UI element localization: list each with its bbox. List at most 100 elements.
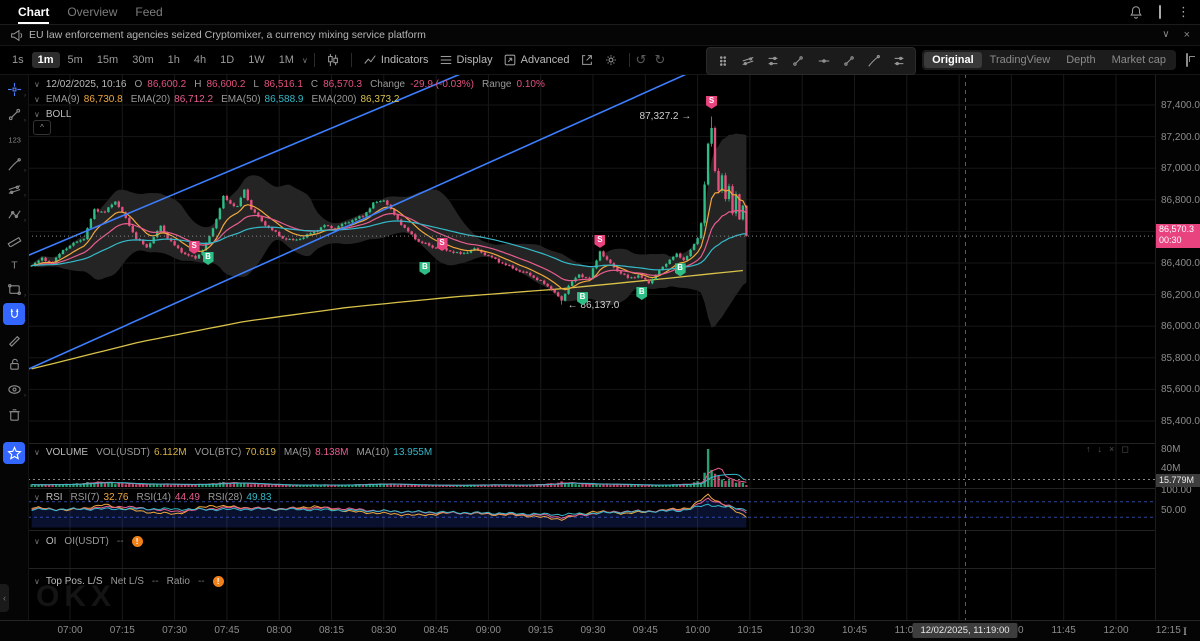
gear-icon (604, 53, 618, 67)
time-tick: 10:15 (737, 625, 762, 636)
view-original[interactable]: Original (924, 52, 982, 68)
timeframe-1M[interactable]: 1M (273, 52, 300, 68)
boll-label: BOLL (46, 109, 72, 120)
collapse-volume-pane-icon[interactable]: ∨ (34, 448, 40, 457)
range-value: 0.10% (516, 79, 544, 90)
tool-brush[interactable]: › (3, 153, 25, 175)
share-chart-button[interactable] (575, 51, 599, 69)
price-axis[interactable]: 87,400.087,200.087,000.086,800.086,600.0… (1155, 74, 1200, 620)
pane-close-icon[interactable]: × (1109, 444, 1114, 455)
multi-line-tool-icon[interactable] (762, 51, 785, 71)
tab-overview[interactable]: Overview (67, 0, 117, 24)
tab-chart[interactable]: Chart (18, 0, 49, 24)
line-style-icon[interactable] (888, 51, 911, 71)
display-button[interactable]: Display (434, 51, 498, 69)
time-tick: 08:15 (319, 625, 344, 636)
ray-tool-icon[interactable] (837, 51, 860, 71)
drag-handle-icon[interactable] (711, 51, 734, 71)
legend-value: 6.112M (154, 447, 187, 458)
pane-move-down-icon[interactable]: ↓ (1098, 444, 1103, 455)
tool-ruler[interactable] (3, 228, 25, 250)
chart-style-button[interactable] (321, 51, 345, 69)
timeframe-1D[interactable]: 1D (214, 52, 240, 68)
time-tick: 11:45 (1052, 625, 1076, 636)
tool-delete[interactable] (3, 403, 25, 425)
advanced-button[interactable]: Advanced (498, 51, 575, 69)
tool-lock[interactable] (3, 353, 25, 375)
view-depth[interactable]: Depth (1058, 52, 1103, 68)
collapse-rsi-pane-icon[interactable]: ∨ (34, 493, 40, 502)
toppos-warning-icon[interactable]: ! (213, 576, 224, 587)
time-tick: 10:30 (790, 625, 815, 636)
price-tick: 85,600.0 (1161, 384, 1200, 395)
price-tick: 86,200.0 (1161, 290, 1200, 301)
timeframe-1W[interactable]: 1W (242, 52, 271, 68)
tool-magnet[interactable]: › (3, 303, 25, 325)
timeframe-1h[interactable]: 1h (162, 52, 186, 68)
trend-segment-icon[interactable] (787, 51, 810, 71)
rsi-legend: ∨ RSI RSI(7)32.76RSI(14)44.49RSI(28)49.8… (34, 492, 271, 503)
pane-move-up-icon[interactable]: ↑ (1086, 444, 1091, 455)
indicators-button[interactable]: Indicators (358, 51, 434, 69)
legend-value: 32.76 (103, 492, 128, 503)
ema-legend: ∨ EMA(9)86,730.8EMA(20)86,712.2EMA(50)86… (34, 94, 399, 105)
volume-tick: 40M (1161, 463, 1180, 474)
tool-numbers[interactable]: 123 (3, 128, 25, 150)
bell-icon[interactable] (1129, 5, 1143, 19)
sidebar-collapse-handle[interactable]: ‹ (0, 584, 9, 612)
netls-label: Net L/S (111, 576, 144, 587)
time-tick: 07:45 (214, 625, 239, 636)
horizontal-line-icon[interactable] (812, 51, 835, 71)
tool-draw[interactable] (3, 328, 25, 350)
tool-text[interactable]: T (3, 253, 25, 275)
volume-tick: 80M (1161, 444, 1180, 455)
tool-trend-line[interactable]: › (3, 103, 25, 125)
tool-favorites[interactable] (3, 442, 25, 464)
tool-patterns[interactable]: › (3, 203, 25, 225)
more-menu-icon[interactable]: ⋮ (1177, 4, 1190, 20)
view-tradingview[interactable]: TradingView (982, 52, 1059, 68)
timeframe-1s[interactable]: 1s (6, 52, 30, 68)
legend-datetime: 12/02/2025, 10:16 (46, 79, 127, 90)
collapse-indicators-button[interactable]: ^ (33, 120, 51, 135)
svg-text:123: 123 (8, 135, 21, 144)
brush-tool-icon[interactable] (863, 51, 886, 71)
timeframe-1m[interactable]: 1m (32, 52, 60, 68)
timeframe-5m[interactable]: 5m (62, 52, 89, 68)
expand-chart-icon[interactable] (1186, 54, 1188, 66)
time-tick: 10:00 (685, 625, 710, 636)
maximize-icon[interactable] (1159, 6, 1161, 18)
legend-value: 86,730.8 (84, 94, 123, 105)
timeframe-4h[interactable]: 4h (188, 52, 212, 68)
collapse-main-legend-icon[interactable]: ∨ (34, 80, 40, 89)
collapse-ema-legend-icon[interactable]: ∨ (34, 95, 40, 104)
news-headline[interactable]: EU law enforcement agencies seized Crypt… (29, 29, 426, 41)
pane-maximize-icon[interactable]: ◻ (1121, 444, 1128, 455)
collapse-boll-legend-icon[interactable]: ∨ (34, 110, 40, 119)
netls-value: -- (152, 576, 159, 587)
timeframe-dropdown-icon[interactable]: ∨ (302, 56, 308, 65)
timeframe-15m[interactable]: 15m (91, 52, 124, 68)
settings-button[interactable] (599, 51, 623, 69)
close-value: 86,570.3 (323, 79, 362, 90)
tool-visibility[interactable]: › (3, 378, 25, 400)
channel-tool-icon[interactable] (736, 51, 759, 71)
time-axis[interactable]: 12/02/2025, 11:19:00 I 07:0007:1507:3007… (0, 620, 1200, 641)
collapse-news-icon[interactable]: ∨ (1162, 29, 1169, 41)
volume-title: VOLUME (46, 447, 88, 458)
tool-channels[interactable]: › (3, 178, 25, 200)
collapse-toppos-pane-icon[interactable]: ∨ (34, 577, 40, 586)
tool-shapes[interactable]: › (3, 278, 25, 300)
redo-icon[interactable]: ↻ (654, 52, 665, 68)
tool-crosshair[interactable]: › (3, 78, 25, 100)
view-market-cap[interactable]: Market cap (1104, 52, 1174, 68)
close-news-icon[interactable]: × (1184, 29, 1190, 41)
tab-feed[interactable]: Feed (135, 0, 162, 24)
time-tick: 12:15 (1156, 625, 1181, 636)
oi-warning-icon[interactable]: ! (132, 536, 143, 547)
collapse-oi-pane-icon[interactable]: ∨ (34, 537, 40, 546)
advanced-icon (503, 53, 517, 67)
rsi-tick: 100.00 (1161, 485, 1192, 496)
timeframe-30m[interactable]: 30m (126, 52, 159, 68)
undo-icon[interactable]: ↺ (636, 52, 647, 68)
